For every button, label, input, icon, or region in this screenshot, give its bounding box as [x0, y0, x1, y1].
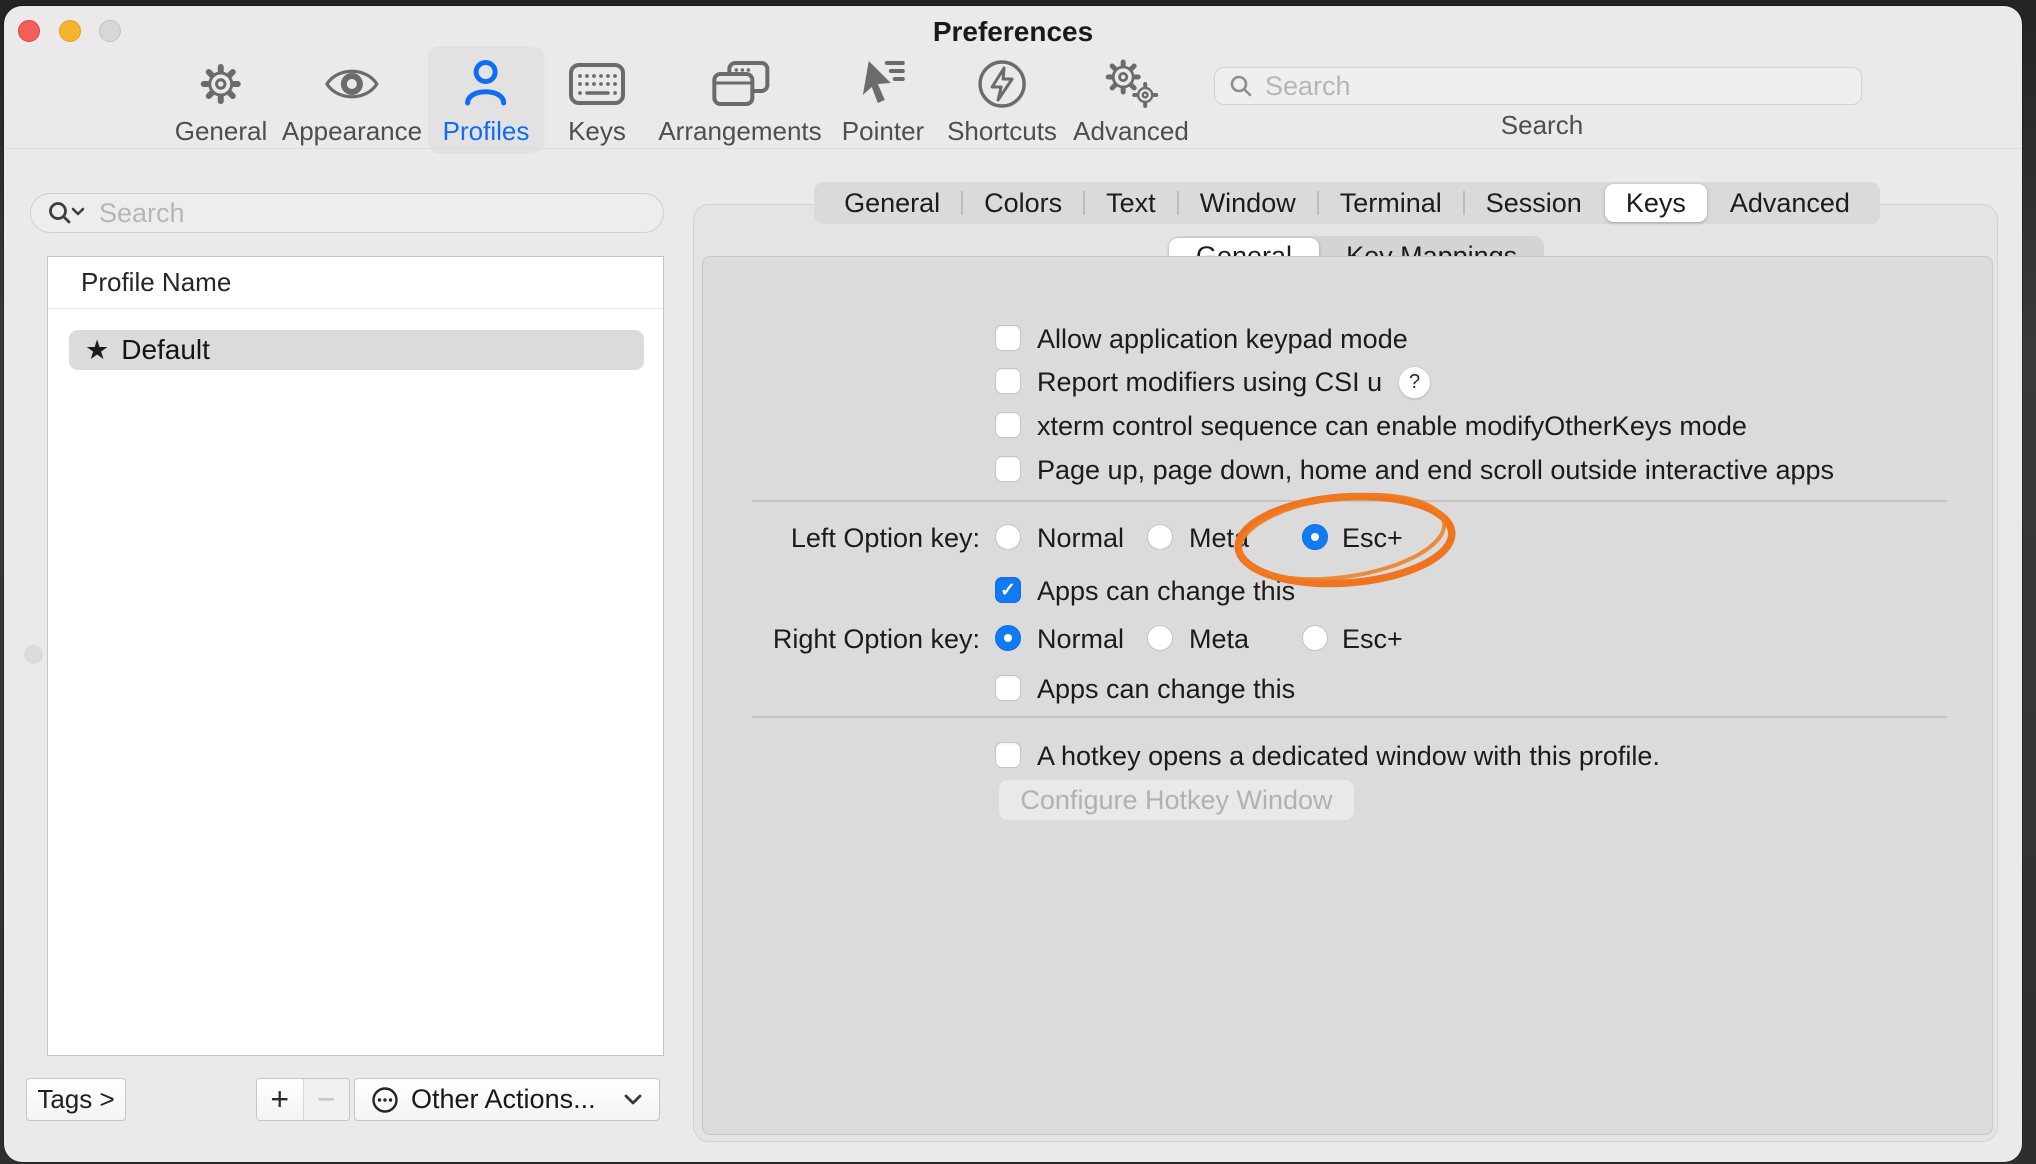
window-title: Preferences	[4, 16, 2022, 48]
gears-icon	[1100, 55, 1162, 113]
profile-row-default[interactable]: ★ Default	[69, 330, 644, 370]
checkbox-label: xterm control sequence can enable modify…	[1037, 411, 1747, 442]
toolbar-item-general[interactable]: General	[160, 46, 283, 154]
checkbox-label: Allow application keypad mode	[1037, 324, 1408, 355]
toolbar-label: Advanced	[1073, 116, 1189, 147]
tab-colors[interactable]: Colors	[963, 184, 1083, 222]
question-mark-icon: ?	[1409, 371, 1420, 394]
tab-text[interactable]: Text	[1085, 184, 1177, 222]
radio-label: Meta	[1189, 523, 1249, 554]
tab-session[interactable]: Session	[1465, 184, 1603, 222]
checkbox-csi-u[interactable]	[995, 368, 1021, 394]
tab-window[interactable]: Window	[1179, 184, 1317, 222]
help-button[interactable]: ?	[1398, 366, 1431, 399]
radio-label: Normal	[1037, 624, 1124, 655]
radio-label: Meta	[1189, 624, 1249, 655]
eye-icon	[323, 55, 381, 113]
checkmark-icon: ✓	[1000, 581, 1016, 600]
checkbox-left-apps-can-change[interactable]: ✓	[995, 577, 1021, 603]
radio-left-meta[interactable]	[1147, 524, 1173, 550]
profile-search-field[interactable]	[30, 193, 664, 233]
ellipsis-circle-icon	[371, 1086, 399, 1114]
section-divider	[752, 716, 1947, 718]
configure-hotkey-window-label: Configure Hotkey Window	[1020, 785, 1332, 816]
add-remove-profile-group: + −	[256, 1078, 350, 1121]
toolbar-label: Pointer	[842, 116, 924, 147]
checkbox-keypad-mode[interactable]	[995, 325, 1021, 351]
gear-icon	[195, 55, 247, 113]
checkbox-modifyotherkeys[interactable]	[995, 412, 1021, 438]
search-icon	[1229, 74, 1253, 98]
tags-button[interactable]: Tags >	[26, 1078, 126, 1121]
section-divider	[752, 500, 1947, 502]
toolbar-label: Profiles	[443, 116, 530, 147]
toolbar-item-pointer[interactable]: Pointer	[827, 46, 939, 154]
lightning-circle-icon	[975, 55, 1029, 113]
add-profile-button[interactable]: +	[257, 1079, 303, 1120]
keys-general-panel: Allow application keypad mode Report mod…	[702, 256, 1993, 1135]
toolbar-search-field[interactable]	[1214, 67, 1862, 105]
plus-icon: +	[270, 1081, 289, 1118]
radio-right-esc[interactable]	[1302, 625, 1328, 651]
profile-search-input[interactable]	[97, 197, 663, 230]
checkbox-label: Apps can change this	[1037, 674, 1295, 705]
window-edge-dot	[24, 645, 43, 664]
toolbar-label: Shortcuts	[947, 116, 1057, 147]
person-icon	[459, 55, 513, 113]
radio-left-normal[interactable]	[995, 524, 1021, 550]
keyboard-icon	[568, 55, 626, 113]
toolbar-item-keys[interactable]: Keys	[553, 46, 641, 154]
tab-advanced[interactable]: Advanced	[1709, 184, 1871, 222]
radio-left-esc[interactable]	[1302, 524, 1328, 550]
chevron-down-icon	[623, 1093, 643, 1106]
profile-name: Default	[121, 334, 210, 366]
right-option-label: Right Option key:	[703, 624, 980, 655]
profile-tab-bar: General Colors Text Window Terminal Sess…	[814, 182, 1880, 224]
scoped-search-icon	[47, 200, 87, 226]
tab-terminal[interactable]: Terminal	[1319, 184, 1463, 222]
tags-button-label: Tags >	[37, 1084, 114, 1115]
toolbar-label: Appearance	[282, 116, 422, 147]
left-option-label: Left Option key:	[703, 523, 980, 554]
toolbar-item-profiles[interactable]: Profiles	[428, 46, 545, 154]
radio-label: Esc+	[1342, 624, 1403, 655]
radio-right-normal[interactable]	[995, 625, 1021, 651]
checkbox-page-scroll[interactable]	[995, 456, 1021, 482]
tab-general[interactable]: General	[823, 184, 961, 222]
toolbar-item-shortcuts[interactable]: Shortcuts	[932, 46, 1072, 154]
toolbar-search-caption: Search	[1442, 110, 1642, 141]
minus-icon: −	[317, 1081, 336, 1118]
checkbox-label: Apps can change this	[1037, 576, 1295, 607]
star-icon: ★	[85, 335, 109, 366]
cursor-icon	[857, 55, 909, 113]
toolbar-item-arrangements[interactable]: Arrangements	[643, 46, 836, 154]
radio-label: Esc+	[1342, 523, 1403, 554]
checkbox-label: Page up, page down, home and end scroll …	[1037, 455, 1834, 486]
profile-list: Profile Name ★ Default	[47, 256, 664, 1056]
tab-keys[interactable]: Keys	[1605, 184, 1707, 222]
toolbar-label: Arrangements	[658, 116, 821, 147]
other-actions-dropdown[interactable]: Other Actions...	[354, 1078, 660, 1121]
checkbox-label: A hotkey opens a dedicated window with t…	[1037, 741, 1660, 772]
toolbar-label: Keys	[568, 116, 626, 147]
radio-right-meta[interactable]	[1147, 625, 1173, 651]
configure-hotkey-window-button: Configure Hotkey Window	[999, 780, 1354, 820]
checkbox-label: Report modifiers using CSI u	[1037, 367, 1382, 398]
toolbar-divider	[5, 148, 2022, 149]
remove-profile-button[interactable]: −	[303, 1079, 350, 1120]
toolbar-item-advanced[interactable]: Advanced	[1058, 46, 1204, 154]
toolbar-search-input[interactable]	[1263, 70, 1861, 103]
checkbox-hotkey-window[interactable]	[995, 742, 1021, 768]
windows-icon	[709, 55, 771, 113]
other-actions-label: Other Actions...	[411, 1084, 623, 1115]
toolbar-item-appearance[interactable]: Appearance	[267, 46, 437, 154]
radio-label: Normal	[1037, 523, 1124, 554]
toolbar-label: General	[175, 116, 268, 147]
checkbox-right-apps-can-change[interactable]	[995, 675, 1021, 701]
profile-list-header: Profile Name	[48, 257, 663, 309]
